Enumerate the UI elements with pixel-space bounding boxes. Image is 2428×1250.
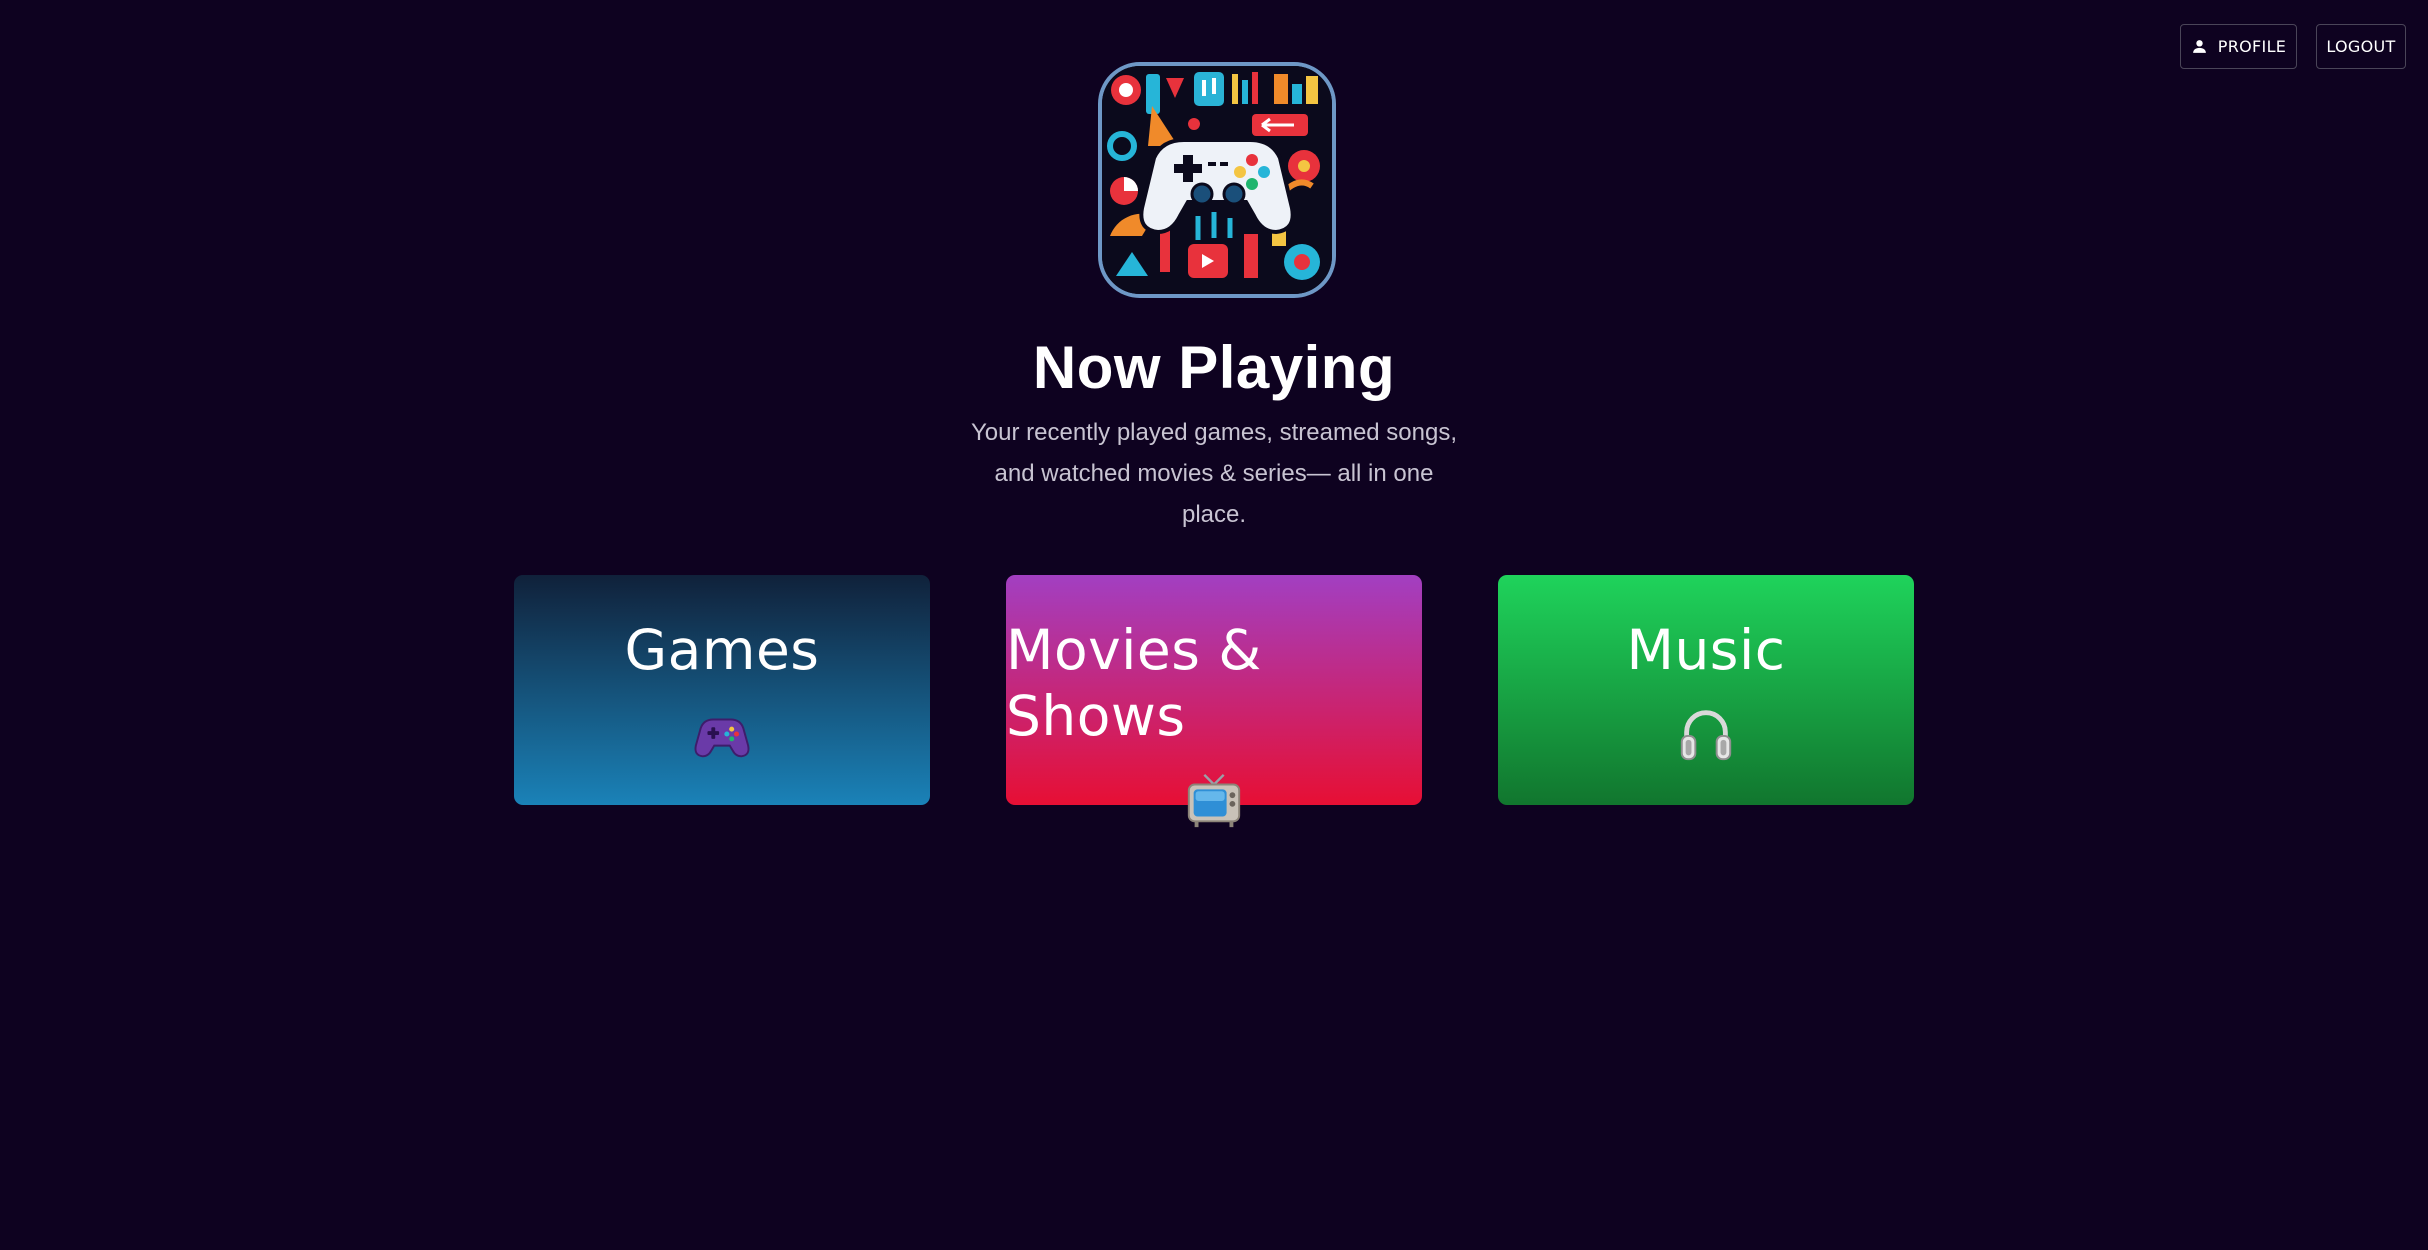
games-card[interactable]: Games xyxy=(514,575,930,805)
music-card-title: Music xyxy=(1626,618,1786,682)
page-title: Now Playing xyxy=(1032,334,1396,401)
headphones-icon xyxy=(1675,703,1737,765)
top-nav: PROFILE LOGOUT xyxy=(2180,24,2406,69)
profile-button[interactable]: PROFILE xyxy=(2180,24,2297,69)
logout-button[interactable]: LOGOUT xyxy=(2316,24,2406,69)
music-card[interactable]: Music xyxy=(1498,575,1914,805)
logout-label: LOGOUT xyxy=(2326,37,2396,56)
gamepad-collage-logo xyxy=(1098,62,1336,298)
gamepad-icon xyxy=(691,703,753,765)
profile-label: PROFILE xyxy=(2217,37,2287,56)
page-subtitle: Your recently played games, streamed son… xyxy=(970,419,1458,528)
games-card-title: Games xyxy=(624,618,820,682)
category-cards: Games Movies & Shows Music xyxy=(514,575,1914,828)
television-icon xyxy=(1183,769,1245,831)
movies-shows-card-title: Movies & Shows xyxy=(1006,618,1262,748)
person-icon xyxy=(2191,38,2208,55)
page: PROFILE LOGOUT Now Playing Your recently… xyxy=(0,0,2428,1250)
movies-shows-card[interactable]: Movies & Shows xyxy=(1006,575,1422,828)
